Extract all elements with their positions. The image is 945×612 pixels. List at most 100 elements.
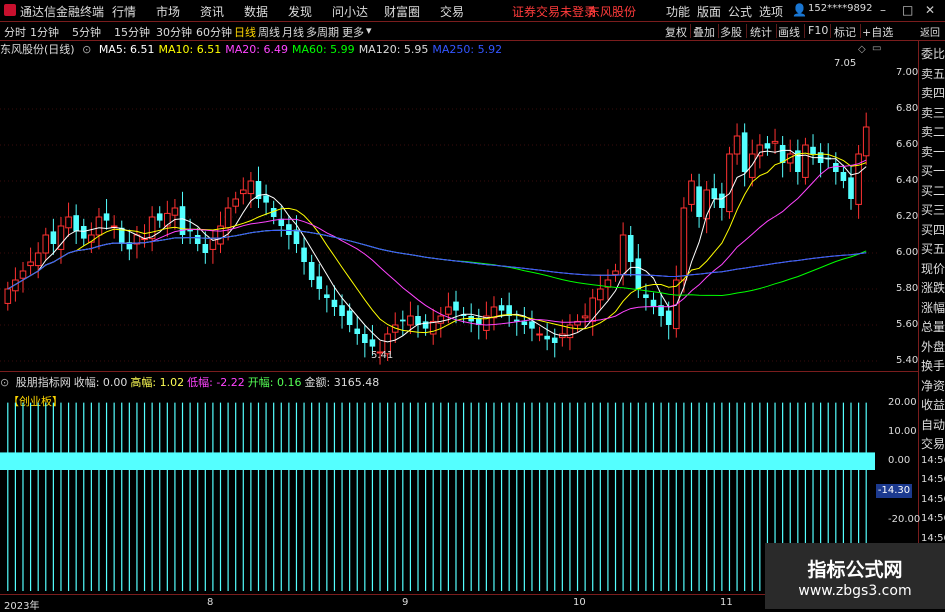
f10-button[interactable]: F10 <box>808 24 828 37</box>
candle-body <box>733 135 741 155</box>
watermark-title: 指标公式网 <box>807 559 903 581</box>
candle-body <box>202 244 209 253</box>
side-panel-item[interactable]: 卖二 <box>921 123 945 140</box>
maximize-icon[interactable]: □ <box>902 3 913 17</box>
period-tab-multi[interactable]: 多周期 <box>306 24 339 40</box>
side-panel-item[interactable]: 买四 <box>921 221 945 238</box>
return-button[interactable]: 返回 <box>920 24 940 39</box>
period-toolbar: 分时 1分钟 5分钟 15分钟 30分钟 60分钟 日线 周线 月线 多周期 更… <box>0 22 945 41</box>
menu-item-layout[interactable]: 版面 <box>697 3 721 20</box>
side-panel-item[interactable]: 卖四 <box>921 84 945 101</box>
side-panel-item[interactable]: 买三 <box>921 201 945 218</box>
candlestick-chart[interactable] <box>0 55 880 370</box>
candle-body <box>680 207 688 281</box>
user-icon[interactable]: 👤 <box>792 3 807 17</box>
period-tab-more[interactable]: 更多 <box>342 24 364 40</box>
stock-name-top: 东风股份 <box>588 5 637 19</box>
toolbar-divider <box>804 24 805 38</box>
side-panel-item[interactable]: 现价 <box>921 260 945 277</box>
statistics-button[interactable]: 统计 <box>750 24 772 40</box>
period-tab-intraday[interactable]: 分时 <box>4 24 26 40</box>
side-panel-item[interactable]: 买五 <box>921 240 945 257</box>
indicator-tick-label: 0.00 <box>888 455 911 467</box>
side-panel-item[interactable]: 收益 <box>921 396 945 413</box>
side-panel-item[interactable]: 换手 <box>921 357 945 374</box>
draw-line-button[interactable]: 画线 <box>778 24 800 40</box>
period-tab-15min[interactable]: 15分钟 <box>114 24 150 40</box>
side-panel-item[interactable]: 14:56 <box>921 494 945 505</box>
side-panel-item[interactable]: 14:56 <box>921 455 945 466</box>
candle-body <box>346 310 353 325</box>
side-panel-item[interactable]: 涨跌 <box>921 279 945 296</box>
expand-icon[interactable]: ▭ <box>872 43 881 54</box>
multi-stock-button[interactable]: 多股 <box>720 24 742 40</box>
toolbar-divider <box>746 24 747 38</box>
indicator-legend: ⊙ 股朋指标网 收幅: 0.00 高幅: 1.02 低幅: -2.22 开幅: 0.16… <box>0 374 385 389</box>
minimize-icon[interactable]: – <box>880 3 886 17</box>
side-panel-item[interactable]: 买一 <box>921 162 945 179</box>
menu-item-market[interactable]: 市场 <box>156 3 180 20</box>
candle-body <box>529 321 535 329</box>
side-panel-item[interactable]: 卖一 <box>921 143 945 160</box>
side-panel-item[interactable]: 交易 <box>921 435 945 452</box>
price-tick-label: 5.40 <box>896 355 919 366</box>
menu-item-trade[interactable]: 交易 <box>440 3 464 20</box>
menu-item-wealth[interactable]: 财富圈 <box>384 3 420 20</box>
candle-body <box>65 216 72 229</box>
side-panel-item[interactable]: 自动 <box>921 416 945 433</box>
user-id[interactable]: 152****9892 <box>808 3 873 14</box>
period-tab-weekly[interactable]: 周线 <box>258 24 280 40</box>
side-panel-item[interactable]: 总量 <box>921 318 945 335</box>
side-panel-item[interactable]: 买二 <box>921 182 945 199</box>
side-panel-item[interactable]: 委比 <box>921 45 945 62</box>
add-watchlist-button[interactable]: +自选 <box>862 24 893 40</box>
candle-body <box>719 193 725 208</box>
candle-body <box>810 146 816 154</box>
candle-body <box>301 247 307 262</box>
menu-item-function[interactable]: 功能 <box>666 3 690 20</box>
side-panel-item[interactable]: 14:56 <box>921 533 945 544</box>
candle-body <box>536 333 543 336</box>
period-tab-monthly[interactable]: 月线 <box>282 24 304 40</box>
menu-item-news[interactable]: 资讯 <box>200 3 224 20</box>
candle-body <box>95 216 103 236</box>
indicator-chart[interactable] <box>0 388 880 593</box>
close-icon[interactable]: ✕ <box>925 3 935 17</box>
overlay-button[interactable]: 叠加 <box>693 24 715 40</box>
period-tab-30min[interactable]: 30分钟 <box>156 24 192 40</box>
menu-item-options[interactable]: 选项 <box>759 3 783 20</box>
candle-body <box>232 198 239 207</box>
mark-button[interactable]: 标记 <box>834 24 856 40</box>
login-warning[interactable]: 证券交易未登录 <box>512 3 596 20</box>
candle-body <box>50 231 57 244</box>
diamond-icon[interactable]: ◇ <box>858 44 866 55</box>
candle-body <box>619 234 627 276</box>
side-panel-item[interactable]: 净资 <box>921 377 945 394</box>
adjust-button[interactable]: 复权 <box>665 24 687 40</box>
side-panel-item[interactable]: 14:56 <box>921 474 945 485</box>
side-panel-item[interactable]: 外盘 <box>921 338 945 355</box>
period-tab-60min[interactable]: 60分钟 <box>196 24 232 40</box>
candle-body <box>840 172 847 181</box>
candle-body <box>293 229 300 244</box>
period-tab-5min[interactable]: 5分钟 <box>72 24 101 40</box>
menu-item-formula[interactable]: 公式 <box>728 3 752 20</box>
menu-item-discover[interactable]: 发现 <box>288 3 312 20</box>
price-tick-label: 6.60 <box>896 139 919 150</box>
app-title: 通达信金融终端 <box>20 5 105 19</box>
candle-body <box>612 270 619 276</box>
side-panel-item[interactable]: 14:56 <box>921 513 945 524</box>
side-panel-item[interactable]: 卖五 <box>921 65 945 82</box>
period-tab-daily[interactable]: 日线 <box>234 24 256 40</box>
chevron-down-icon[interactable]: ▾ <box>366 24 372 37</box>
period-tab-1min[interactable]: 1分钟 <box>30 24 59 40</box>
side-panel-item[interactable]: 卖三 <box>921 104 945 121</box>
candle-body <box>407 315 414 326</box>
menu-item-data[interactable]: 数据 <box>244 3 268 20</box>
side-panel-item[interactable]: 涨幅 <box>921 299 945 316</box>
menu-item-quote[interactable]: 行情 <box>112 3 136 20</box>
date-label: 9 <box>402 597 409 608</box>
candle-body <box>224 207 232 229</box>
price-tick-label: 5.80 <box>896 283 919 294</box>
menu-item-ask[interactable]: 问小达 <box>332 3 368 20</box>
